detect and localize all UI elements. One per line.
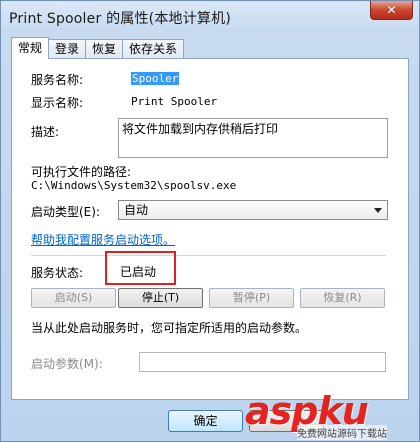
display-name-value[interactable]: Print Spooler xyxy=(131,95,217,108)
ok-button[interactable]: 确定 xyxy=(168,410,243,432)
start-params-hint: 当从此处启动服务时，您可指定所适用的启动参数。 xyxy=(31,321,308,335)
tab-recovery[interactable]: 恢复 xyxy=(85,39,124,59)
startup-type-value: 自动 xyxy=(124,203,149,217)
resume-button[interactable]: 恢复(R) xyxy=(300,288,385,308)
close-icon: ✕ xyxy=(386,3,397,17)
watermark-tagline: 免费网站源码下载站 xyxy=(297,425,387,440)
general-panel: 服务名称: Spooler 显示名称: Print Spooler 描述: 将文… xyxy=(11,58,409,400)
description-box[interactable]: 将文件加载到内存供稍后打印 xyxy=(118,118,388,158)
start-params-label: 启动参数(M): xyxy=(31,357,103,371)
stop-button[interactable]: 停止(T) xyxy=(118,288,203,308)
divider xyxy=(31,255,386,256)
exe-path-value[interactable]: C:\Windows\System32\spoolsv.exe xyxy=(31,179,236,192)
pause-button[interactable]: 暂停(P) xyxy=(209,288,294,308)
exe-path-label: 可执行文件的路径: xyxy=(31,165,132,179)
description-row: 描述: xyxy=(31,123,59,140)
description-label: 描述: xyxy=(31,125,60,139)
service-status-value: 已启动 xyxy=(120,265,157,279)
start-params-input[interactable] xyxy=(139,352,386,372)
service-name-label: 服务名称: xyxy=(31,73,84,87)
display-name-row: 显示名称: xyxy=(31,94,83,111)
startup-type-select[interactable]: 自动 xyxy=(118,200,388,220)
window-title: Print Spooler 的属性(本地计算机) xyxy=(9,11,231,27)
tab-logon[interactable]: 登录 xyxy=(48,39,87,59)
service-name-row: 服务名称: xyxy=(31,71,83,88)
start-button[interactable]: 启动(S) xyxy=(31,288,116,308)
site-watermark: aspku 免费网站源码下载站 xyxy=(245,389,415,440)
close-button[interactable]: ✕ xyxy=(370,1,413,20)
service-name-text[interactable]: Spooler xyxy=(131,72,180,85)
display-name-label: 显示名称: xyxy=(31,96,84,110)
help-configure-link[interactable]: 帮助我配置服务启动选项。 xyxy=(31,231,175,248)
tab-general[interactable]: 常规 xyxy=(11,37,50,59)
service-status-label: 服务状态: xyxy=(31,266,84,280)
startup-type-label: 启动类型(E): xyxy=(31,205,100,219)
chevron-down-icon xyxy=(374,208,382,213)
tab-dependencies[interactable]: 依存关系 xyxy=(122,39,185,59)
service-name-value[interactable]: Spooler xyxy=(131,72,180,85)
title-bar[interactable]: Print Spooler 的属性(本地计算机) ✕ xyxy=(1,1,419,31)
properties-window: Print Spooler 的属性(本地计算机) ✕ 常规 登录 恢复 依存关系… xyxy=(0,0,420,442)
tab-strip: 常规 登录 恢复 依存关系 xyxy=(11,37,185,59)
